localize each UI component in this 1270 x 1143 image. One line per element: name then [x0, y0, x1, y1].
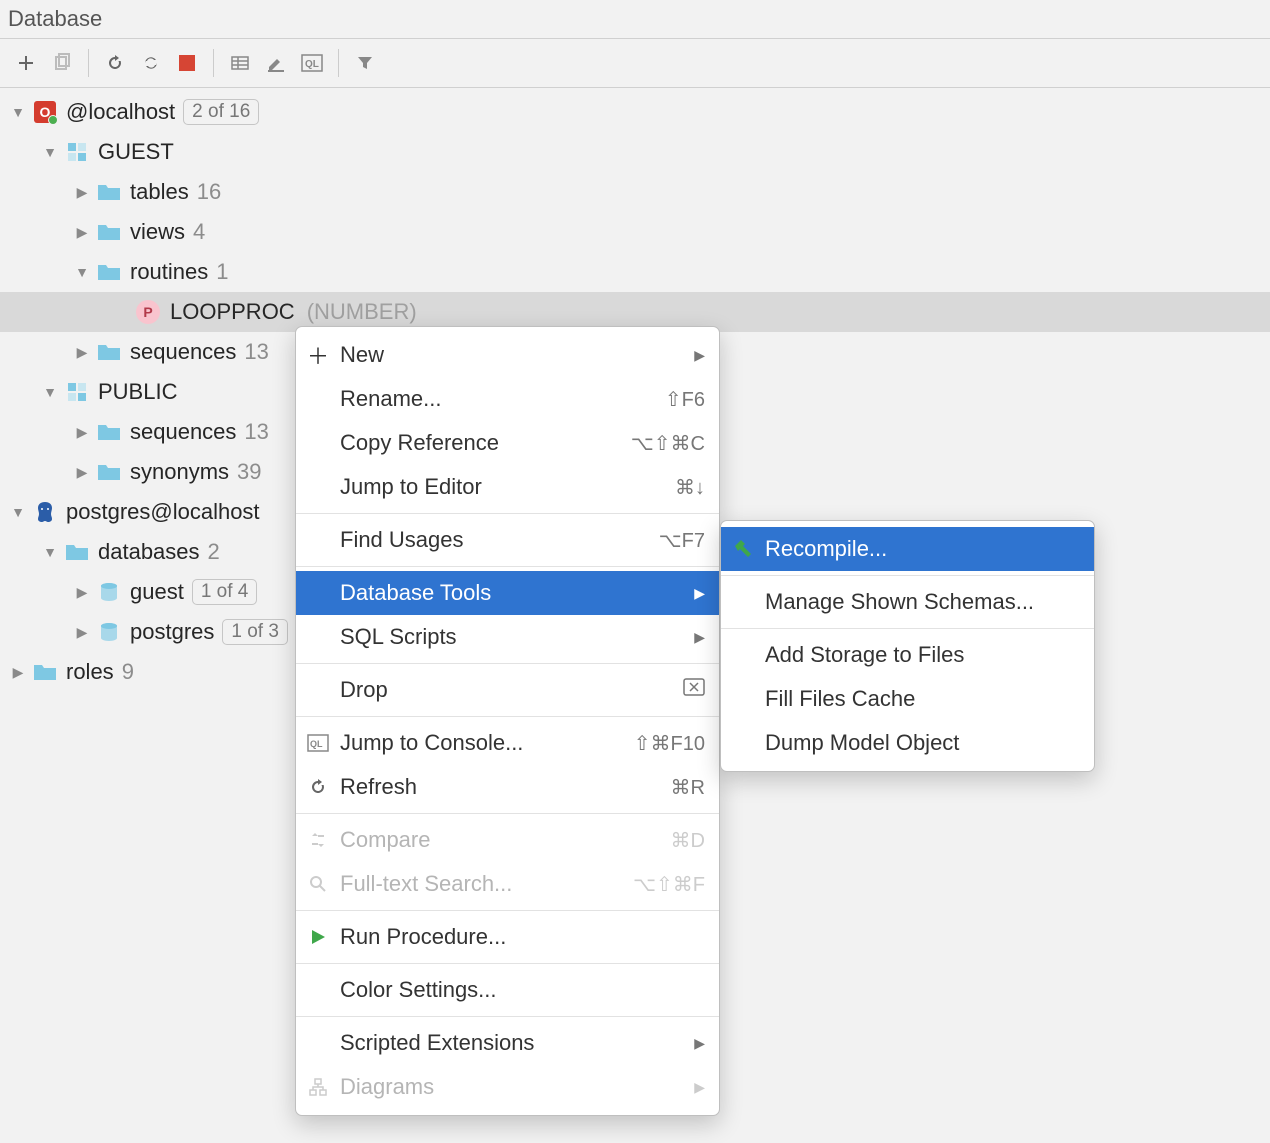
- chevron-right-icon: ▶: [72, 622, 92, 642]
- chevron-down-icon: ▼: [8, 102, 28, 122]
- database-icon: [96, 579, 122, 605]
- chevron-right-icon: ▶: [72, 582, 92, 602]
- menu-fulltext-search: Full-text Search... ⌥⇧⌘F: [296, 862, 719, 906]
- chevron-right-icon: ▶: [694, 1035, 705, 1052]
- chevron-down-icon: ▼: [8, 502, 28, 522]
- panel-title: Database: [0, 0, 1270, 39]
- stop-button[interactable]: [171, 47, 203, 79]
- toolbar: QL: [0, 39, 1270, 88]
- menu-add-storage[interactable]: Add Storage to Files: [721, 633, 1094, 677]
- folder-views[interactable]: ▶ views 4: [0, 212, 1270, 252]
- menu-color-settings[interactable]: Color Settings...: [296, 968, 719, 1012]
- chevron-right-icon: ▶: [72, 462, 92, 482]
- folder-icon: [96, 179, 122, 205]
- menu-scripted-extensions[interactable]: Scripted Extensions ▶: [296, 1021, 719, 1065]
- database-icon: [96, 619, 122, 645]
- console-icon: QL: [306, 731, 330, 755]
- diagram-icon: [306, 1075, 330, 1099]
- menu-rename[interactable]: Rename... ⇧F6: [296, 377, 719, 421]
- folder-icon: [96, 219, 122, 245]
- play-icon: [306, 925, 330, 949]
- search-icon: [306, 872, 330, 896]
- filter-button[interactable]: [349, 47, 381, 79]
- edit-button[interactable]: [260, 47, 292, 79]
- console-button[interactable]: QL: [296, 47, 328, 79]
- plus-icon: ＋: [306, 343, 330, 367]
- menu-drop[interactable]: Drop: [296, 668, 719, 712]
- chevron-down-icon: ▼: [40, 142, 60, 162]
- chevron-right-icon: ▶: [8, 662, 28, 682]
- table-button[interactable]: [224, 47, 256, 79]
- delete-icon: [683, 678, 705, 702]
- menu-run-procedure[interactable]: Run Procedure...: [296, 915, 719, 959]
- menu-fill-cache[interactable]: Fill Files Cache: [721, 677, 1094, 721]
- database-tools-submenu: Recompile... Manage Shown Schemas... Add…: [720, 520, 1095, 772]
- chevron-right-icon: ▶: [72, 222, 92, 242]
- folder-icon: [96, 419, 122, 445]
- chevron-down-icon: ▼: [40, 542, 60, 562]
- duplicate-button[interactable]: [46, 47, 78, 79]
- chevron-right-icon: ▶: [694, 347, 705, 364]
- menu-compare: Compare ⌘D: [296, 818, 719, 862]
- procedure-icon: P: [136, 300, 160, 324]
- folder-icon: [64, 539, 90, 565]
- folder-icon: [96, 259, 122, 285]
- chevron-down-icon: ▼: [40, 382, 60, 402]
- menu-jump-editor[interactable]: Jump to Editor ⌘↓: [296, 465, 719, 509]
- folder-icon: [96, 339, 122, 365]
- chevron-down-icon: ▼: [72, 262, 92, 282]
- compare-icon: [306, 828, 330, 852]
- menu-dump-model[interactable]: Dump Model Object: [721, 721, 1094, 765]
- menu-manage-schemas[interactable]: Manage Shown Schemas...: [721, 580, 1094, 624]
- menu-recompile[interactable]: Recompile...: [721, 527, 1094, 571]
- chevron-right-icon: ▶: [72, 182, 92, 202]
- folder-routines[interactable]: ▼ routines 1: [0, 252, 1270, 292]
- schema-guest[interactable]: ▼ GUEST: [0, 132, 1270, 172]
- menu-new[interactable]: ＋ New ▶: [296, 333, 719, 377]
- folder-icon: [96, 459, 122, 485]
- sync-button[interactable]: [135, 47, 167, 79]
- menu-refresh[interactable]: Refresh ⌘R: [296, 765, 719, 809]
- schema-count-badge: 1 of 4: [192, 579, 258, 605]
- refresh-icon: [306, 775, 330, 799]
- menu-sql-scripts[interactable]: SQL Scripts ▶: [296, 615, 719, 659]
- menu-jump-console[interactable]: QL Jump to Console... ⇧⌘F10: [296, 721, 719, 765]
- menu-copy-reference[interactable]: Copy Reference ⌥⇧⌘C: [296, 421, 719, 465]
- svg-text:QL: QL: [310, 739, 323, 749]
- svg-text:QL: QL: [305, 59, 319, 70]
- menu-diagrams: Diagrams ▶: [296, 1065, 719, 1109]
- menu-find-usages[interactable]: Find Usages ⌥F7: [296, 518, 719, 562]
- chevron-right-icon: ▶: [694, 585, 705, 602]
- schema-count-badge: 2 of 16: [183, 99, 259, 125]
- chevron-right-icon: ▶: [694, 629, 705, 646]
- chevron-right-icon: ▶: [72, 422, 92, 442]
- schema-icon: [64, 139, 90, 165]
- chevron-right-icon: ▶: [72, 342, 92, 362]
- schema-icon: [64, 379, 90, 405]
- folder-icon: [32, 659, 58, 685]
- refresh-button[interactable]: [99, 47, 131, 79]
- add-button[interactable]: [10, 47, 42, 79]
- oracle-icon: O: [32, 99, 58, 125]
- datasource-oracle[interactable]: ▼ O @localhost 2 of 16: [0, 92, 1270, 132]
- postgres-icon: [32, 499, 58, 525]
- hammer-icon: [731, 537, 755, 561]
- menu-database-tools[interactable]: Database Tools ▶: [296, 571, 719, 615]
- folder-tables[interactable]: ▶ tables 16: [0, 172, 1270, 212]
- context-menu: ＋ New ▶ Rename... ⇧F6 Copy Reference ⌥⇧⌘…: [295, 326, 720, 1116]
- schema-count-badge: 1 of 3: [222, 619, 288, 645]
- chevron-right-icon: ▶: [694, 1079, 705, 1096]
